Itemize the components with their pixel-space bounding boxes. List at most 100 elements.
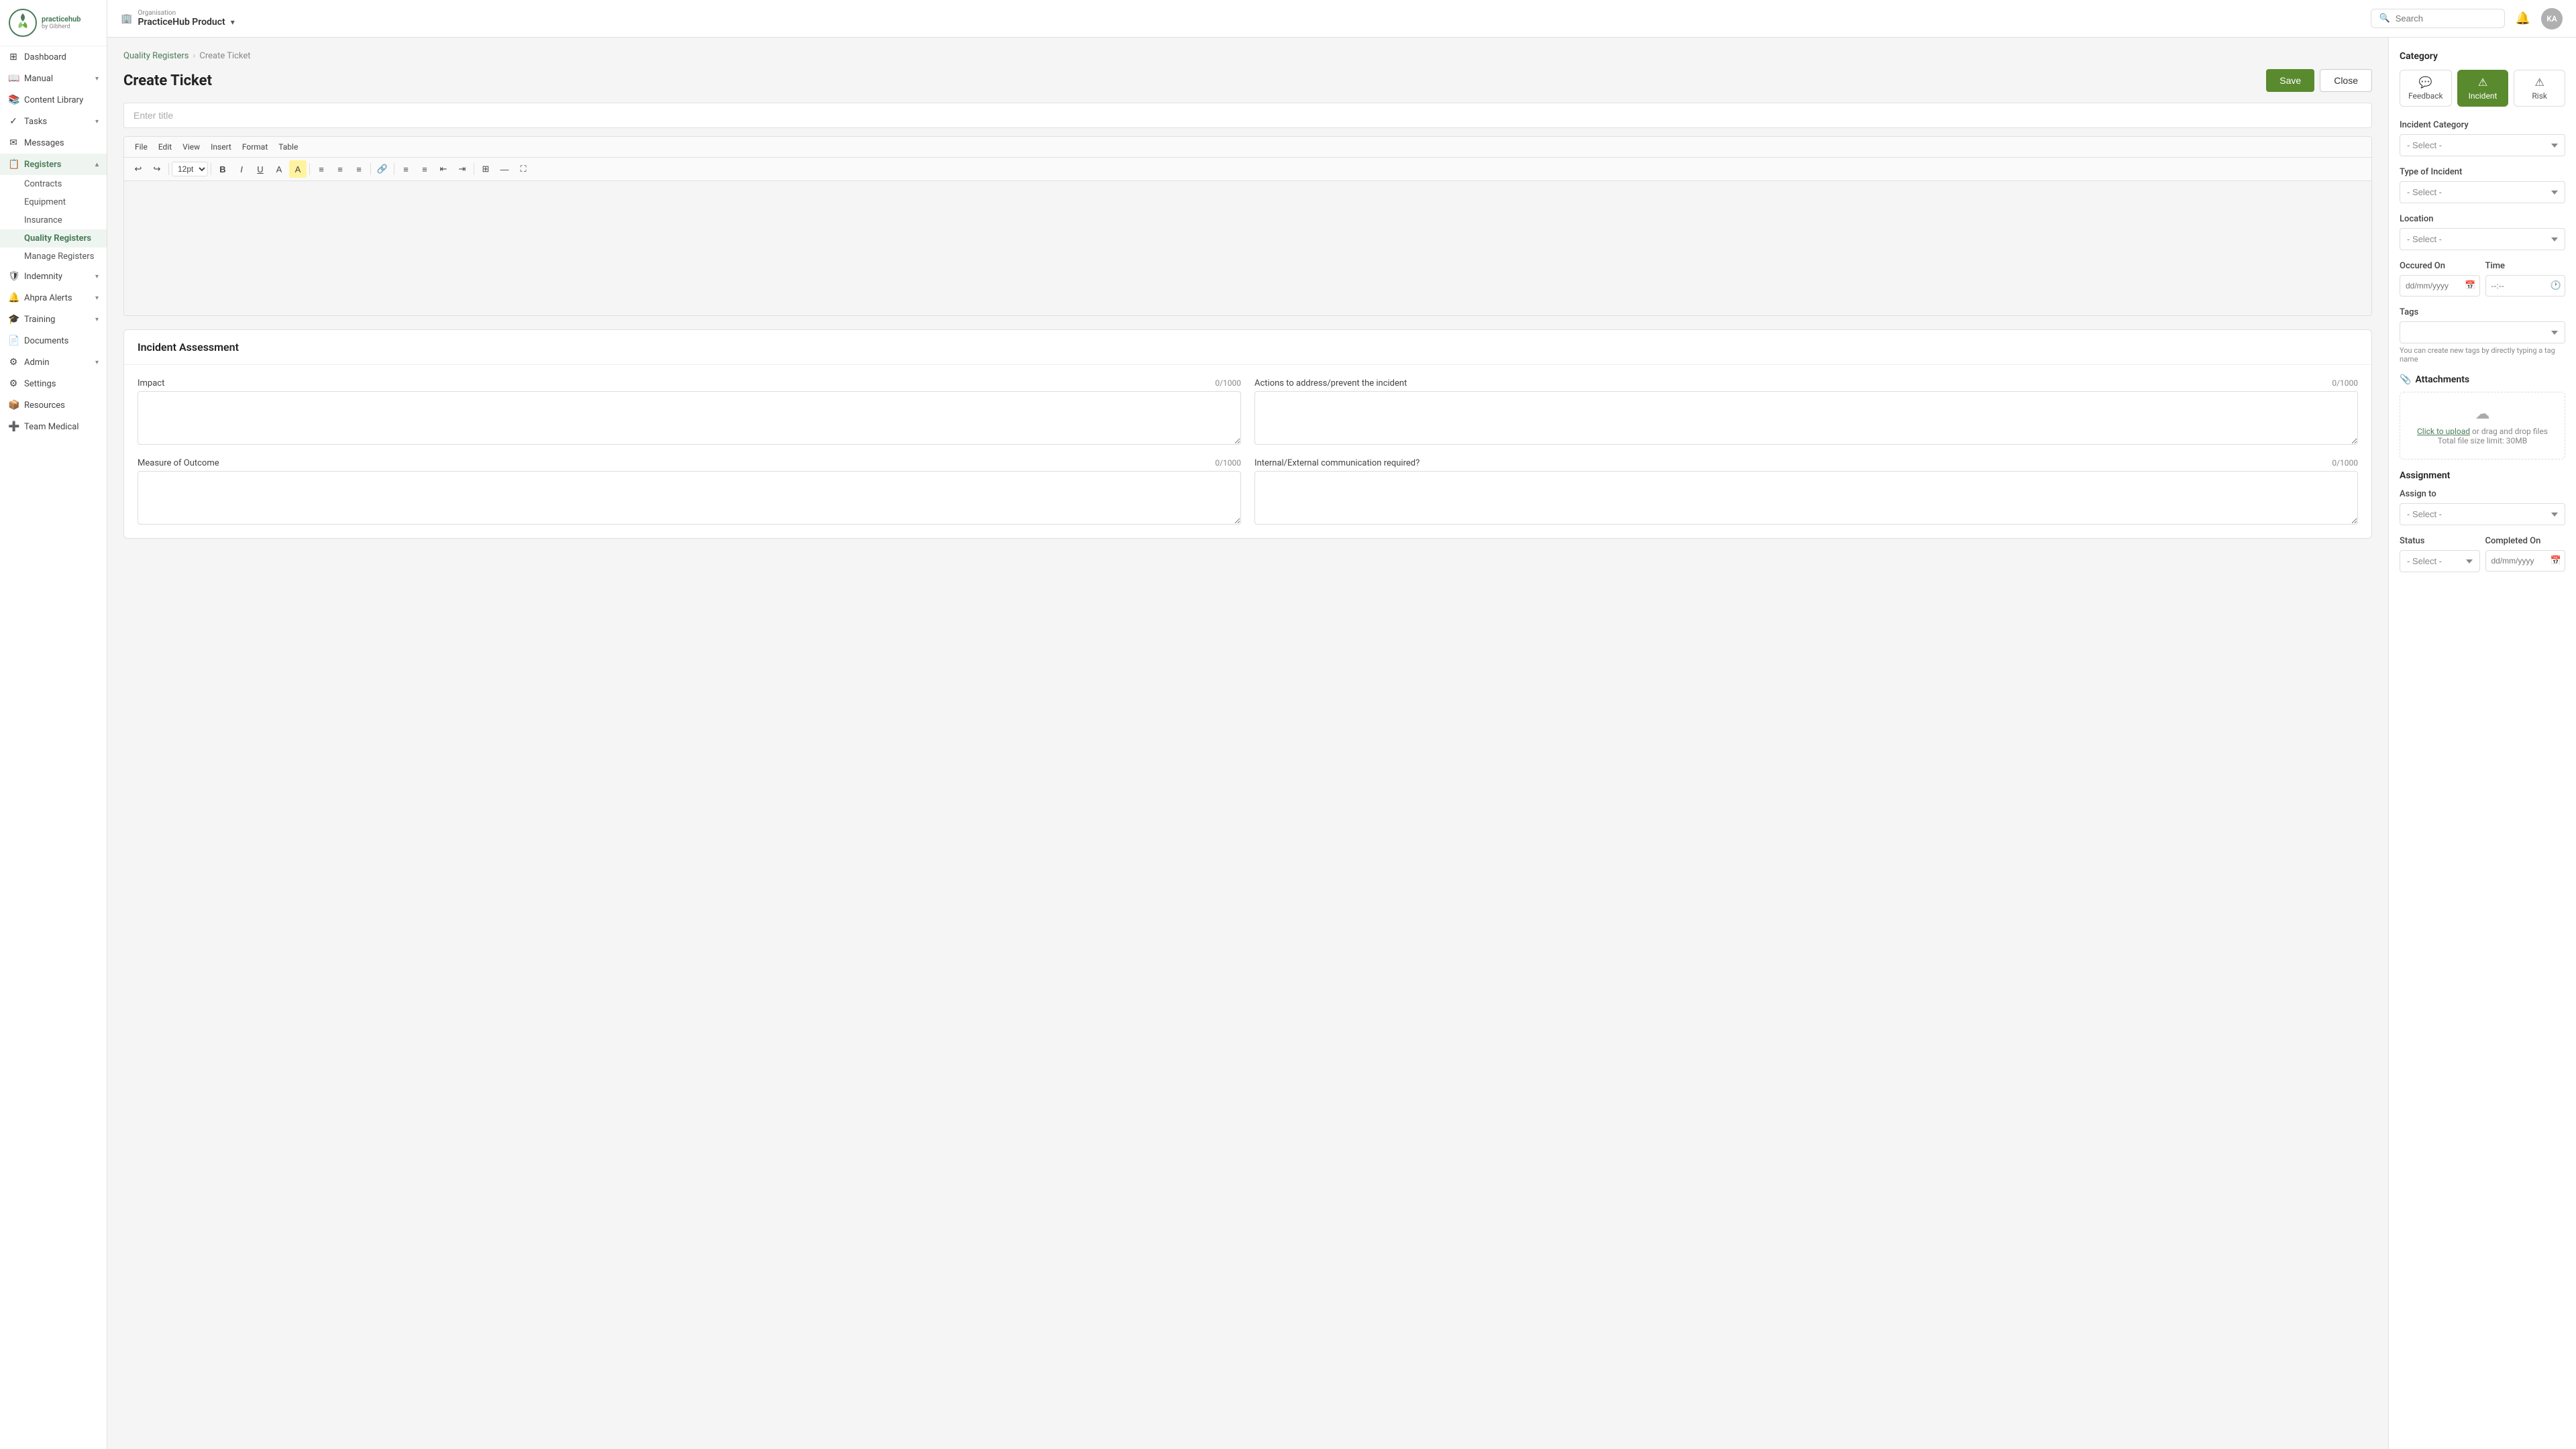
menu-insert[interactable]: Insert xyxy=(205,140,237,154)
underline-button[interactable]: U xyxy=(252,160,269,178)
title-input[interactable] xyxy=(123,103,2372,128)
tags-select[interactable] xyxy=(2400,321,2565,343)
attachments-section: 📎 Attachments ☁ Click to upload or drag … xyxy=(2400,374,2565,460)
time-input[interactable] xyxy=(2485,275,2566,297)
risk-tab[interactable]: ⚠ Risk xyxy=(2514,70,2565,107)
comms-label: Internal/External communication required… xyxy=(1254,458,2358,468)
category-section: Category 💬 Feedback ⚠ Incident ⚠ Risk xyxy=(2400,51,2565,107)
incident-category-select[interactable]: - Select - xyxy=(2400,134,2565,156)
assign-to-label: Assign to xyxy=(2400,489,2565,499)
breadcrumb-parent[interactable]: Quality Registers xyxy=(123,51,189,61)
click-to-upload-link[interactable]: Click to upload xyxy=(2417,427,2470,436)
tags-label: Tags xyxy=(2400,307,2565,317)
comms-textarea[interactable] xyxy=(1254,471,2358,525)
sidebar-sub-quality-registers[interactable]: Quality Registers xyxy=(0,229,107,248)
undo-button[interactable]: ↩ xyxy=(129,160,147,178)
actions-textarea[interactable] xyxy=(1254,391,2358,445)
breadcrumb-current: Create Ticket xyxy=(199,51,250,61)
category-tabs: 💬 Feedback ⚠ Incident ⚠ Risk xyxy=(2400,70,2565,107)
font-size-select[interactable]: 12pt 14pt 16pt xyxy=(172,162,208,176)
sidebar-item-admin[interactable]: ⚙ Admin ▾ xyxy=(0,352,107,373)
content-icon: 📚 xyxy=(8,95,19,105)
assignment-label: Assignment xyxy=(2400,470,2565,481)
incident-tab[interactable]: ⚠ Incident xyxy=(2457,70,2509,107)
actions-label: Actions to address/prevent the incident … xyxy=(1254,378,2358,388)
location-select[interactable]: - Select - xyxy=(2400,228,2565,250)
sidebar-item-settings[interactable]: ⚙ Settings xyxy=(0,373,107,394)
occurred-on-input[interactable] xyxy=(2400,275,2480,297)
risk-icon: ⚠ xyxy=(2535,76,2544,89)
manual-icon: 📖 xyxy=(8,73,19,84)
impact-textarea[interactable] xyxy=(138,391,1241,445)
link-button[interactable]: 🔗 xyxy=(374,160,391,178)
sidebar-item-ahpra[interactable]: 🔔 Ahpra Alerts ▾ xyxy=(0,287,107,309)
sidebar-sub-manage-registers[interactable]: Manage Registers xyxy=(0,248,107,266)
incident-category-section: Incident Category - Select - xyxy=(2400,120,2565,156)
highlight-button[interactable]: A xyxy=(289,160,307,178)
sidebar-item-resources[interactable]: 📦 Resources xyxy=(0,394,107,416)
sidebar-item-tasks[interactable]: ✓ Tasks ▾ xyxy=(0,111,107,132)
sidebar: practicehub by Gibherd ⊞ Dashboard 📖 Man… xyxy=(0,0,107,1449)
sidebar-item-indemnity[interactable]: 🛡 Indemnity ▾ xyxy=(0,266,107,287)
menu-edit[interactable]: Edit xyxy=(153,140,177,154)
close-button[interactable]: Close xyxy=(2320,69,2372,92)
notifications-bell-icon[interactable]: 🔔 xyxy=(2516,11,2530,25)
feedback-tab[interactable]: 💬 Feedback xyxy=(2400,70,2452,107)
completed-on-label: Completed On xyxy=(2485,536,2566,546)
search-box[interactable]: 🔍 xyxy=(2371,9,2505,28)
type-of-incident-label: Type of Incident xyxy=(2400,167,2565,177)
toolbar-sep-3 xyxy=(309,163,310,175)
redo-button[interactable]: ↪ xyxy=(148,160,166,178)
menu-table[interactable]: Table xyxy=(273,140,303,154)
sidebar-item-team-medical[interactable]: ➕ Team Medical xyxy=(0,416,107,437)
incident-icon: ⚠ xyxy=(2478,76,2487,89)
avatar[interactable]: KA xyxy=(2541,8,2563,30)
measure-field-group: Measure of Outcome 0/1000 xyxy=(138,458,1241,525)
sidebar-item-dashboard[interactable]: ⊞ Dashboard xyxy=(0,46,107,68)
sidebar-item-documents[interactable]: 📄 Documents xyxy=(0,330,107,352)
date-input-wrap: 📅 xyxy=(2400,275,2480,297)
sidebar-sub-contracts[interactable]: Contracts xyxy=(0,175,107,193)
measure-textarea[interactable] xyxy=(138,471,1241,525)
align-left-button[interactable]: ≡ xyxy=(313,160,330,178)
menu-format[interactable]: Format xyxy=(237,140,273,154)
resources-icon: 📦 xyxy=(8,400,19,411)
breadcrumb: Quality Registers › Create Ticket xyxy=(123,51,2372,61)
page-title: Create Ticket xyxy=(123,72,212,89)
bold-button[interactable]: B xyxy=(214,160,231,178)
indent-decrease-button[interactable]: ⇤ xyxy=(435,160,452,178)
menu-view[interactable]: View xyxy=(177,140,205,154)
status-select[interactable]: - Select - xyxy=(2400,550,2480,572)
date-time-section: Occured On 📅 Time 🕐 xyxy=(2400,261,2565,297)
completed-on-input[interactable] xyxy=(2485,550,2566,572)
editor-body[interactable] xyxy=(124,181,2371,315)
sidebar-sub-insurance[interactable]: Insurance xyxy=(0,211,107,229)
bullet-list-button[interactable]: ≡ xyxy=(397,160,415,178)
fullscreen-button[interactable]: ⛶ xyxy=(515,160,532,178)
sidebar-sub-equipment[interactable]: Equipment xyxy=(0,193,107,211)
type-of-incident-select[interactable]: - Select - xyxy=(2400,181,2565,203)
search-input[interactable] xyxy=(2396,13,2496,23)
assessment-grid: Impact 0/1000 Actions to address/prevent… xyxy=(124,365,2371,538)
attachment-dropzone[interactable]: ☁ Click to upload or drag and drop files… xyxy=(2400,392,2565,460)
save-button[interactable]: Save xyxy=(2266,69,2314,92)
sidebar-item-manual[interactable]: 📖 Manual ▾ xyxy=(0,68,107,89)
sidebar-item-content-library[interactable]: 📚 Content Library xyxy=(0,89,107,111)
align-right-button[interactable]: ≡ xyxy=(350,160,368,178)
assign-to-select[interactable]: - Select - xyxy=(2400,503,2565,525)
sidebar-item-training[interactable]: 🎓 Training ▾ xyxy=(0,309,107,330)
table-button[interactable]: ⊞ xyxy=(477,160,494,178)
italic-button[interactable]: I xyxy=(233,160,250,178)
sidebar-item-registers[interactable]: 📋 Registers ▴ xyxy=(0,154,107,175)
logo-icon xyxy=(8,8,38,38)
org-selector[interactable]: 🏢 Organisation PracticeHub Product ▾ xyxy=(121,9,235,28)
menu-file[interactable]: File xyxy=(129,140,153,154)
sidebar-item-messages[interactable]: ✉ Messages xyxy=(0,132,107,154)
upload-icon: ☁ xyxy=(2414,406,2551,423)
hr-button[interactable]: — xyxy=(496,160,513,178)
font-color-button[interactable]: A xyxy=(270,160,288,178)
numbered-list-button[interactable]: ≡ xyxy=(416,160,433,178)
align-center-button[interactable]: ≡ xyxy=(331,160,349,178)
indent-increase-button[interactable]: ⇥ xyxy=(453,160,471,178)
upload-size-limit: Total file size limit: 30MB xyxy=(2414,436,2551,445)
